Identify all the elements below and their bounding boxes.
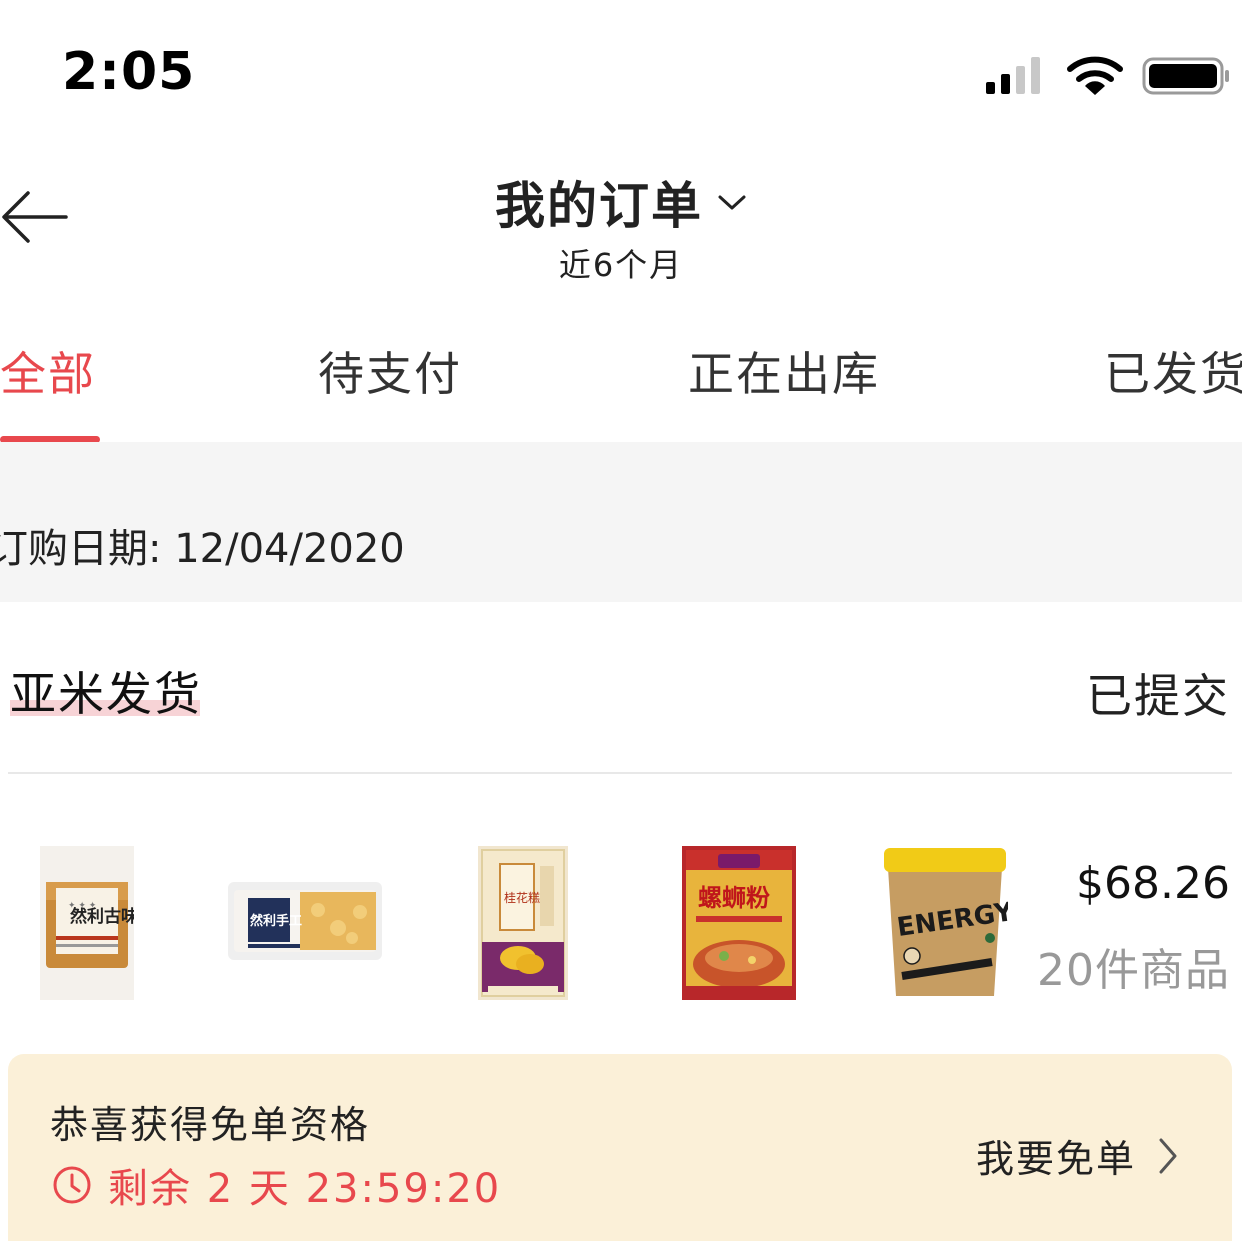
order-total-price: $68.26 — [1076, 858, 1230, 909]
product-thumbnail[interactable]: 桂花糕 — [478, 846, 568, 1000]
divider — [8, 772, 1232, 774]
promo-countdown: 剩余 2 天 23:59:20 — [52, 1156, 501, 1214]
product-image: 桂花糕 — [478, 846, 568, 1000]
product-thumbnail[interactable]: 然利手工 — [228, 882, 382, 960]
status-icons — [986, 56, 1229, 95]
clock-icon — [53, 1166, 91, 1204]
tab-shipped[interactable]: 已发货 — [1104, 338, 1242, 404]
product-image: 然利古味 ✦ ✦ ✦ — [40, 846, 134, 1000]
order-date: 订购日期: 12/04/2020 — [0, 526, 405, 572]
status-time: 2:05 — [62, 42, 196, 102]
cellular-signal-icon — [986, 57, 1040, 94]
claim-free-order-label: 我要免单 — [975, 1137, 1136, 1181]
battery-icon — [1142, 57, 1229, 95]
product-pack-text: 然利手工 — [250, 913, 302, 929]
tab-outbound[interactable]: 正在出库 — [688, 338, 880, 404]
promo-title: 恭喜获得免单资格 — [50, 1103, 371, 1147]
countdown-text: 剩余 2 天 23:59:20 — [108, 1166, 502, 1212]
wifi-icon — [1067, 56, 1123, 95]
tab-all[interactable]: 全部 — [0, 338, 96, 404]
time-range-subtitle: 近6个月 — [558, 246, 684, 284]
product-image: ENERGY 食族 — [882, 846, 1008, 1000]
orders-page: 2:05 我的订单 近6个月 全部 待支付 正在出库 已发货 订购日期: 12/… — [0, 0, 1242, 1241]
tab-pending-payment[interactable]: 待支付 — [318, 338, 462, 404]
order-filter-dropdown[interactable]: 我的订单 — [495, 166, 747, 238]
header-title-area: 我的订单 — [0, 166, 1242, 238]
product-thumbnail[interactable]: 然利古味 ✦ ✦ ✦ — [40, 846, 134, 1000]
product-image: 螺蛳粉 — [682, 846, 796, 1000]
product-image: 然利手工 — [228, 882, 382, 960]
shipper-label: 亚米发货 — [10, 667, 202, 721]
order-item-count: 20件商品 — [1037, 945, 1230, 996]
shipper-label-wrap: 亚米发货 — [10, 658, 202, 724]
claim-free-order-button[interactable]: 我要免单 — [976, 1128, 1178, 1183]
product-pack-text: 桂花糕 — [504, 890, 540, 905]
product-pack-text: 螺蛳粉 — [698, 883, 770, 912]
svg-text:✦ ✦ ✦: ✦ ✦ ✦ — [68, 901, 97, 911]
chevron-down-icon — [718, 195, 746, 210]
page-title: 我的订单 — [495, 177, 703, 235]
chevron-right-icon — [1159, 1138, 1177, 1173]
order-status: 已提交 — [1086, 669, 1230, 723]
product-thumbnail[interactable]: 螺蛳粉 — [682, 846, 796, 1000]
product-thumbnail[interactable]: ENERGY 食族 — [882, 846, 1008, 1000]
